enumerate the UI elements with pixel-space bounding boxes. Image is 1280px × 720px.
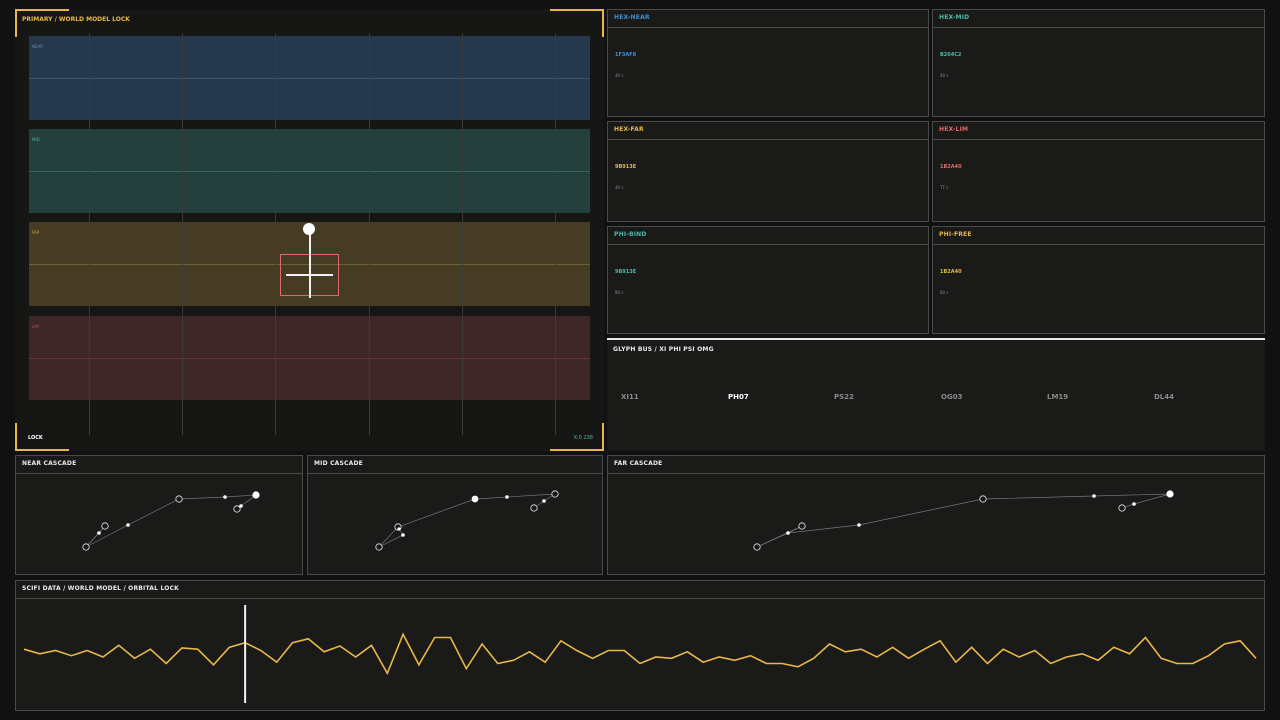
card-value: B264C2 <box>940 52 962 58</box>
card-hex-mid[interactable]: HEX-MID B264C2 40 s <box>932 9 1265 117</box>
card-sub: 80 s <box>940 290 949 295</box>
timeline-panel: SCIFI DATA / WORLD MODEL / ORBITAL LOCK <box>15 580 1265 711</box>
panel-header: SCIFI DATA / WORLD MODEL / ORBITAL LOCK <box>16 581 1264 599</box>
grid-line <box>555 33 556 435</box>
card-hex-lim[interactable]: HEX-LIM 1B2A40 TT s <box>932 121 1265 222</box>
glyph-item[interactable]: PS22 <box>834 393 854 401</box>
card-header: PHI-FREE <box>933 227 1264 245</box>
panel-header: MID CASCADE <box>308 456 602 474</box>
panel-title: FAR CASCADE <box>614 460 663 467</box>
timeline-chart[interactable] <box>16 598 1264 710</box>
band-midline <box>29 171 590 172</box>
band-label: MID <box>32 137 40 142</box>
timeline-series <box>23 632 1257 676</box>
card-sub: 80 s <box>615 290 624 295</box>
band-label: FAR <box>32 230 40 235</box>
near-cascade-graph <box>82 491 260 551</box>
band-lim: LIM <box>29 316 590 400</box>
card-header: HEX-NEAR <box>608 10 928 28</box>
panel-title: NEAR CASCADE <box>22 460 77 467</box>
card-hex-near[interactable]: HEX-NEAR 1F3AF8 40 s <box>607 9 929 117</box>
glyph-item[interactable]: PH07 <box>728 393 749 401</box>
card-value: 1B2A40 <box>940 164 962 170</box>
panel-header: FAR CASCADE <box>608 456 1264 474</box>
glyph-item[interactable]: XI11 <box>621 393 639 401</box>
card-header: HEX-FAR <box>608 122 928 140</box>
card-title: PHI-FREE <box>939 231 972 238</box>
glyph-item[interactable]: DL44 <box>1154 393 1174 401</box>
far-cascade-panel: FAR CASCADE <box>607 455 1265 575</box>
grid-line <box>462 33 463 435</box>
card-sub: 40 s <box>615 73 624 78</box>
grid-line <box>89 33 90 435</box>
crosshair-vertical <box>309 229 311 298</box>
card-title: HEX-LIM <box>939 126 969 133</box>
glyph-item[interactable]: LM19 <box>1047 393 1068 401</box>
corner-bracket <box>15 9 69 37</box>
band-mid: MID <box>29 129 590 213</box>
card-value: 1F3AF8 <box>615 52 637 58</box>
primary-title: PRIMARY / WORLD MODEL LOCK <box>22 16 130 23</box>
card-phi-bind[interactable]: PHI-BIND 9B913E 80 s <box>607 226 929 334</box>
coordinate-readout: X:0.238 <box>573 435 593 441</box>
band-label: LIM <box>32 324 39 329</box>
glyph-bus-panel: GLYPH BUS / XI PHI PSI OMG XI11 PH07 PS2… <box>607 338 1265 451</box>
card-sub: TT s <box>940 185 949 190</box>
card-sub: 40 s <box>940 73 949 78</box>
card-hex-far[interactable]: HEX-FAR 9B913E 40 s <box>607 121 929 222</box>
card-header: HEX-LIM <box>933 122 1264 140</box>
card-title: PHI-BIND <box>614 231 647 238</box>
grid-line <box>275 33 276 435</box>
panel-title: MID CASCADE <box>314 460 363 467</box>
corner-bracket <box>550 9 604 37</box>
grid-line <box>182 33 183 435</box>
card-value: 9B913E <box>615 164 637 170</box>
glyph-bus-title: GLYPH BUS / XI PHI PSI OMG <box>613 346 714 353</box>
card-title: HEX-NEAR <box>614 14 650 21</box>
band-midline <box>29 358 590 359</box>
card-value: 9B913E <box>615 269 637 275</box>
card-sub: 40 s <box>615 185 624 190</box>
band-near: NEAR <box>29 36 590 120</box>
card-phi-free[interactable]: PHI-FREE 1B2A40 80 s <box>932 226 1265 334</box>
card-header: HEX-MID <box>933 10 1264 28</box>
primary-viewport[interactable]: PRIMARY / WORLD MODEL LOCK NEAR MID FAR … <box>15 9 604 451</box>
near-cascade-panel: NEAR CASCADE <box>15 455 303 575</box>
panel-header: NEAR CASCADE <box>16 456 302 474</box>
lock-label: LOCK <box>28 435 43 441</box>
far-cascade-graph <box>753 490 1174 551</box>
card-header: PHI-BIND <box>608 227 928 245</box>
mid-cascade-graph <box>375 490 559 551</box>
card-title: HEX-MID <box>939 14 970 21</box>
panel-title: SCIFI DATA / WORLD MODEL / ORBITAL LOCK <box>22 585 180 592</box>
grid-line <box>369 33 370 435</box>
card-title: HEX-FAR <box>614 126 644 133</box>
card-value: 1B2A40 <box>940 269 962 275</box>
mid-cascade-panel: MID CASCADE <box>307 455 603 575</box>
band-label: NEAR <box>32 44 44 49</box>
target-handle[interactable] <box>303 223 315 235</box>
glyph-item[interactable]: OG03 <box>941 393 962 401</box>
band-midline <box>29 78 590 79</box>
